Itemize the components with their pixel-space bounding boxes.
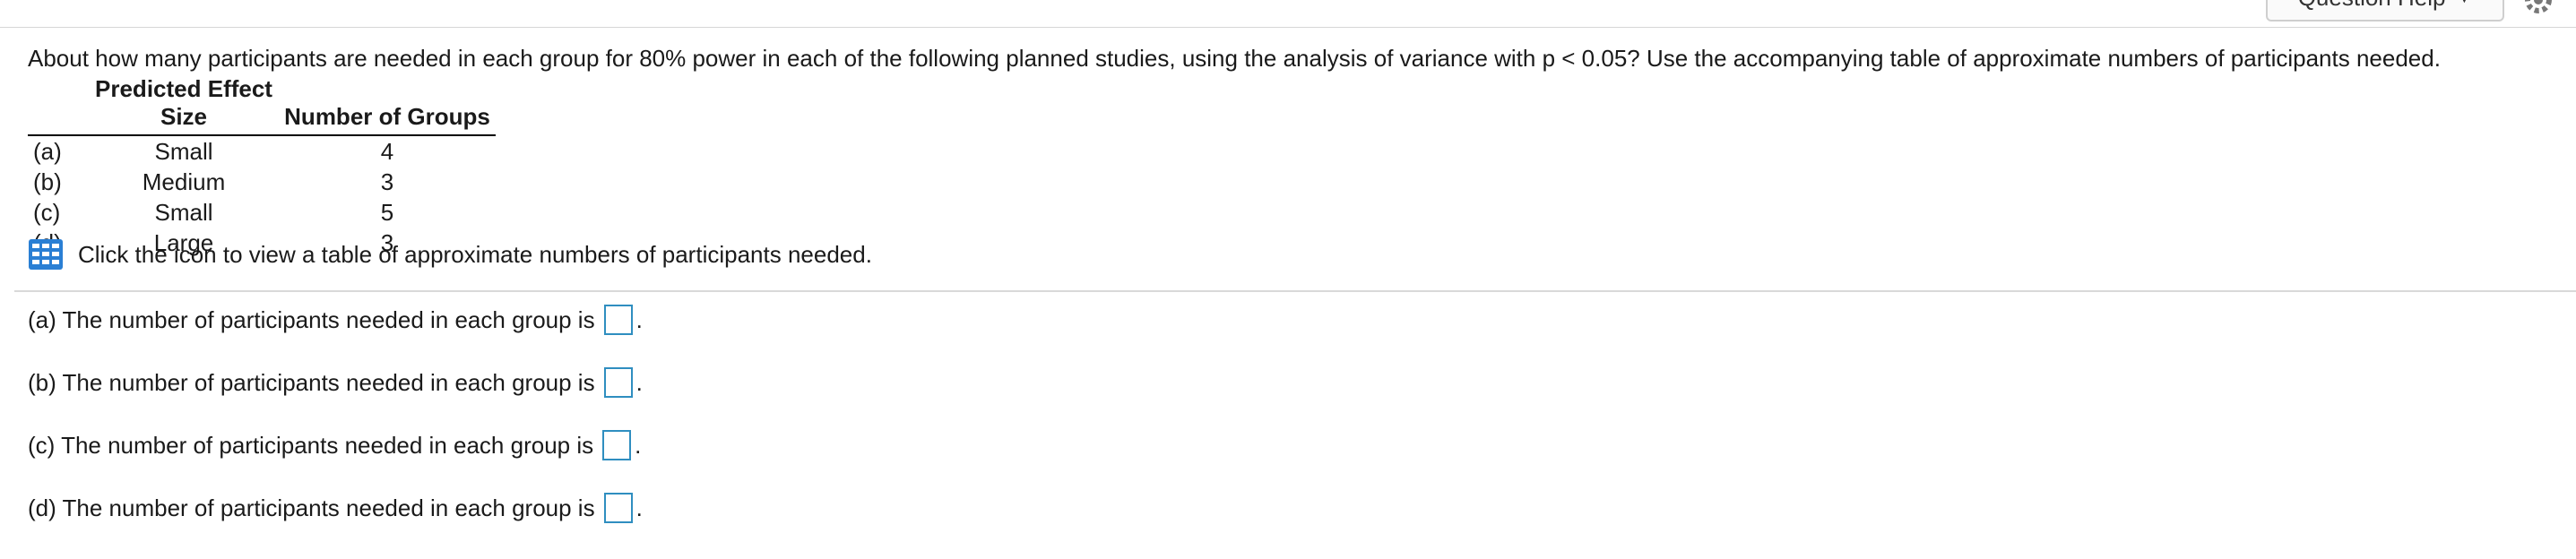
section-divider	[14, 290, 2576, 292]
answer-line-a: (a) The number of participants needed in…	[28, 305, 643, 335]
answer-input-a[interactable]	[603, 305, 633, 335]
table-header-effect: Predicted Effect Size	[89, 75, 279, 136]
answer-prompt: (a) The number of participants needed in…	[28, 305, 595, 333]
question-help-button[interactable]: Question Help ▼	[2266, 0, 2504, 22]
question-text: About how many participants are needed i…	[28, 45, 2441, 72]
answer-line-d: (d) The number of participants needed in…	[28, 493, 643, 523]
study-table: Predicted Effect Size Number of Groups (…	[28, 75, 496, 258]
answer-prompt: (c) The number of participants needed in…	[28, 431, 594, 459]
top-divider	[0, 27, 2576, 28]
row-label: (c)	[33, 199, 61, 226]
row-effect: Small	[154, 138, 213, 165]
view-table-text: Click the icon to view a table of approx…	[78, 240, 872, 268]
chevron-down-icon: ▼	[2456, 0, 2472, 7]
answer-input-b[interactable]	[603, 367, 633, 398]
table-grid-icon[interactable]	[28, 238, 64, 271]
table-header-row: Predicted Effect Size Number of Groups	[28, 75, 496, 136]
row-label: (a)	[33, 138, 62, 165]
row-label: (b)	[33, 168, 62, 195]
row-groups: 5	[380, 199, 394, 226]
gear-icon[interactable]	[2520, 0, 2556, 18]
question-help-label: Question Help	[2298, 0, 2446, 12]
answer-line-b: (b) The number of participants needed in…	[28, 367, 643, 398]
row-effect: Small	[154, 199, 213, 226]
row-groups: 4	[380, 138, 394, 165]
table-header-groups: Number of Groups	[279, 75, 496, 136]
row-effect: Medium	[142, 168, 226, 195]
answer-line-c: (c) The number of participants needed in…	[28, 430, 641, 460]
answer-prompt: (d) The number of participants needed in…	[28, 494, 595, 521]
table-header-blank	[28, 75, 89, 136]
table-row: (a) Small 4	[28, 135, 496, 167]
answer-prompt: (b) The number of participants needed in…	[28, 368, 595, 396]
table-row: (b) Medium 3	[28, 167, 496, 197]
table-row: (c) Small 5	[28, 197, 496, 228]
answer-input-d[interactable]	[603, 493, 633, 523]
answer-input-c[interactable]	[602, 430, 632, 460]
row-groups: 3	[380, 168, 394, 195]
view-table-link: Click the icon to view a table of approx…	[28, 238, 872, 271]
